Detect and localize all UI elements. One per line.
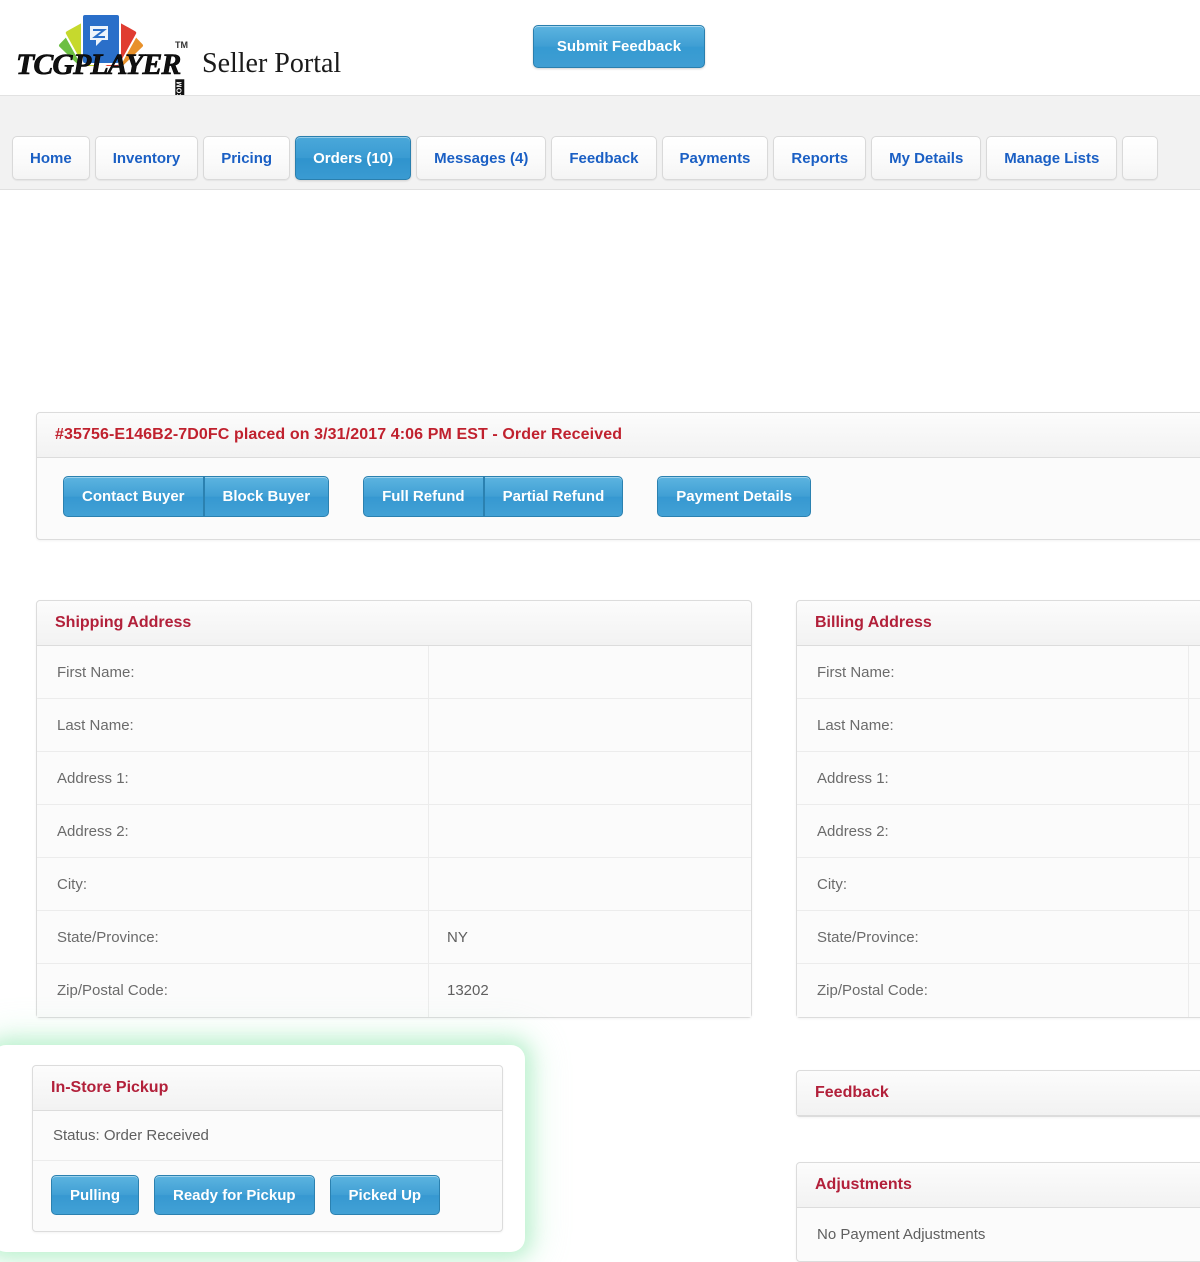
address-row: Last Name: [797, 699, 1200, 752]
nav-tab-feedback[interactable]: Feedback [551, 136, 657, 180]
feedback-panel: Feedback [796, 1070, 1200, 1117]
address-field-label: State/Province: [37, 911, 429, 963]
partial-refund-button[interactable]: Partial Refund [483, 476, 624, 517]
address-row: First Name: [797, 646, 1200, 699]
address-field-value [1189, 805, 1200, 857]
address-row: Address 1: [37, 752, 751, 805]
address-row: Zip/Postal Code: [797, 964, 1200, 1017]
address-field-label: Zip/Postal Code: [797, 964, 1189, 1017]
nav-tab-my-details[interactable]: My Details [871, 136, 982, 180]
shipping-address-panel: Shipping Address First Name: Last Name: Ad… [36, 600, 752, 1018]
order-action-bar: Contact Buyer Block Buyer Full Refund Pa… [37, 458, 1200, 539]
address-field-label: Address 1: [37, 752, 429, 804]
block-buyer-button[interactable]: Block Buyer [203, 476, 330, 517]
address-row: Address 1: [797, 752, 1200, 805]
adjustments-panel: Adjustments No Payment Adjustments [796, 1162, 1200, 1262]
nav-tab-payments[interactable]: Payments [661, 136, 769, 180]
address-row: City: [37, 858, 751, 911]
pulling-button[interactable]: Pulling [51, 1175, 139, 1215]
address-row: Address 2: [797, 805, 1200, 858]
nav-tab-messages-4[interactable]: Messages (4) [416, 136, 547, 180]
address-field-label: Last Name: [37, 699, 429, 751]
tcgplayer-logo: TCGPLAYER TM .COM [12, 14, 190, 104]
nav-tab-overflow[interactable] [1122, 136, 1159, 180]
billing-address-panel: Billing Address First Name: Last Name: Add… [796, 600, 1200, 1018]
page-title: Seller Portal [202, 48, 342, 79]
address-field-value [429, 646, 751, 698]
address-field-value [1189, 699, 1200, 751]
payment-action-group: Payment Details [657, 476, 812, 517]
address-field-value: NY [447, 928, 468, 946]
address-row: City: [797, 858, 1200, 911]
address-field-value [429, 752, 751, 804]
address-field-label: Address 2: [37, 805, 429, 857]
picked-up-button[interactable]: Picked Up [329, 1175, 441, 1215]
payment-details-button[interactable]: Payment Details [657, 476, 812, 517]
address-row: Zip/Postal Code: 13202 [37, 964, 751, 1017]
pickup-status-text: Status: Order Received [33, 1111, 502, 1161]
shipping-address-title: Shipping Address [37, 601, 751, 646]
nav-tab-pricing[interactable]: Pricing [203, 136, 291, 180]
address-row: Last Name: [37, 699, 751, 752]
address-field-value [1189, 911, 1200, 963]
address-field-label: Address 1: [797, 752, 1189, 804]
nav-tab-reports[interactable]: Reports [773, 136, 867, 180]
nav-tab-home[interactable]: Home [12, 136, 90, 180]
nav-tab-inventory[interactable]: Inventory [94, 136, 199, 180]
address-row: First Name: [37, 646, 751, 699]
address-field-value [429, 805, 751, 857]
address-field-value [1189, 752, 1200, 804]
in-store-pickup-panel: In-Store Pickup Status: Order Received P… [32, 1065, 503, 1232]
main-navigation: Home Inventory Pricing Orders (10) Messages … [0, 95, 1200, 190]
shipping-address-rows: First Name: Last Name: Address 1: Address 2… [37, 646, 751, 1017]
ready-for-pickup-button[interactable]: Ready for Pickup [154, 1175, 315, 1215]
address-field-value [1189, 646, 1200, 698]
contact-buyer-button[interactable]: Contact Buyer [63, 476, 204, 517]
buyer-action-group: Contact Buyer Block Buyer [63, 476, 330, 517]
address-field-value [429, 858, 751, 910]
address-field-label: First Name: [797, 646, 1189, 698]
address-field-value: 13202 [447, 982, 489, 999]
order-summary-panel: #35756-E146B2-7D0FC placed on 3/31/2017 … [36, 412, 1200, 540]
billing-address-rows: First Name: Last Name: Address 1: Address 2… [797, 646, 1200, 1017]
address-field-label: First Name: [37, 646, 429, 698]
adjustments-title: Adjustments [797, 1163, 1200, 1208]
address-field-label: Address 2: [797, 805, 1189, 857]
adjustments-body: No Payment Adjustments [797, 1208, 1200, 1261]
address-field-value [429, 699, 751, 751]
address-field-label: State/Province: [797, 911, 1189, 963]
in-store-pickup-title: In-Store Pickup [33, 1066, 502, 1111]
address-field-value [1189, 858, 1200, 910]
submit-feedback-button[interactable]: Submit Feedback [533, 25, 705, 68]
nav-tab-manage-lists[interactable]: Manage Lists [986, 136, 1118, 180]
billing-address-title: Billing Address [797, 601, 1200, 646]
address-field-label: City: [37, 858, 429, 910]
in-store-pickup-highlight: In-Store Pickup Status: Order Received P… [0, 1045, 525, 1252]
address-row: Address 2: [37, 805, 751, 858]
full-refund-button[interactable]: Full Refund [363, 476, 484, 517]
feedback-title: Feedback [797, 1071, 1200, 1116]
refund-action-group: Full Refund Partial Refund [363, 476, 624, 517]
logo-trademark: TM [175, 40, 188, 50]
brand-logo: TCGPLAYER TM .COM Seller Portal [12, 8, 342, 104]
address-field-label: City: [797, 858, 1189, 910]
nav-tab-orders-10[interactable]: Orders (10) [295, 136, 412, 180]
address-row: State/Province: [797, 911, 1200, 964]
address-field-value [1189, 964, 1200, 1017]
pickup-action-bar: Pulling Ready for Pickup Picked Up [33, 1161, 502, 1231]
site-header: TCGPLAYER TM .COM Seller Portal Submit F… [0, 0, 1200, 104]
nav-tab-list: Home Inventory Pricing Orders (10) Messages … [12, 136, 1159, 180]
address-field-label: Zip/Postal Code: [37, 964, 429, 1017]
address-row: State/Province: NY [37, 911, 751, 964]
logo-wordmark: TCGPLAYER [16, 48, 182, 82]
address-field-label: Last Name: [797, 699, 1189, 751]
order-header-text: #35756-E146B2-7D0FC placed on 3/31/2017 … [37, 413, 1200, 458]
